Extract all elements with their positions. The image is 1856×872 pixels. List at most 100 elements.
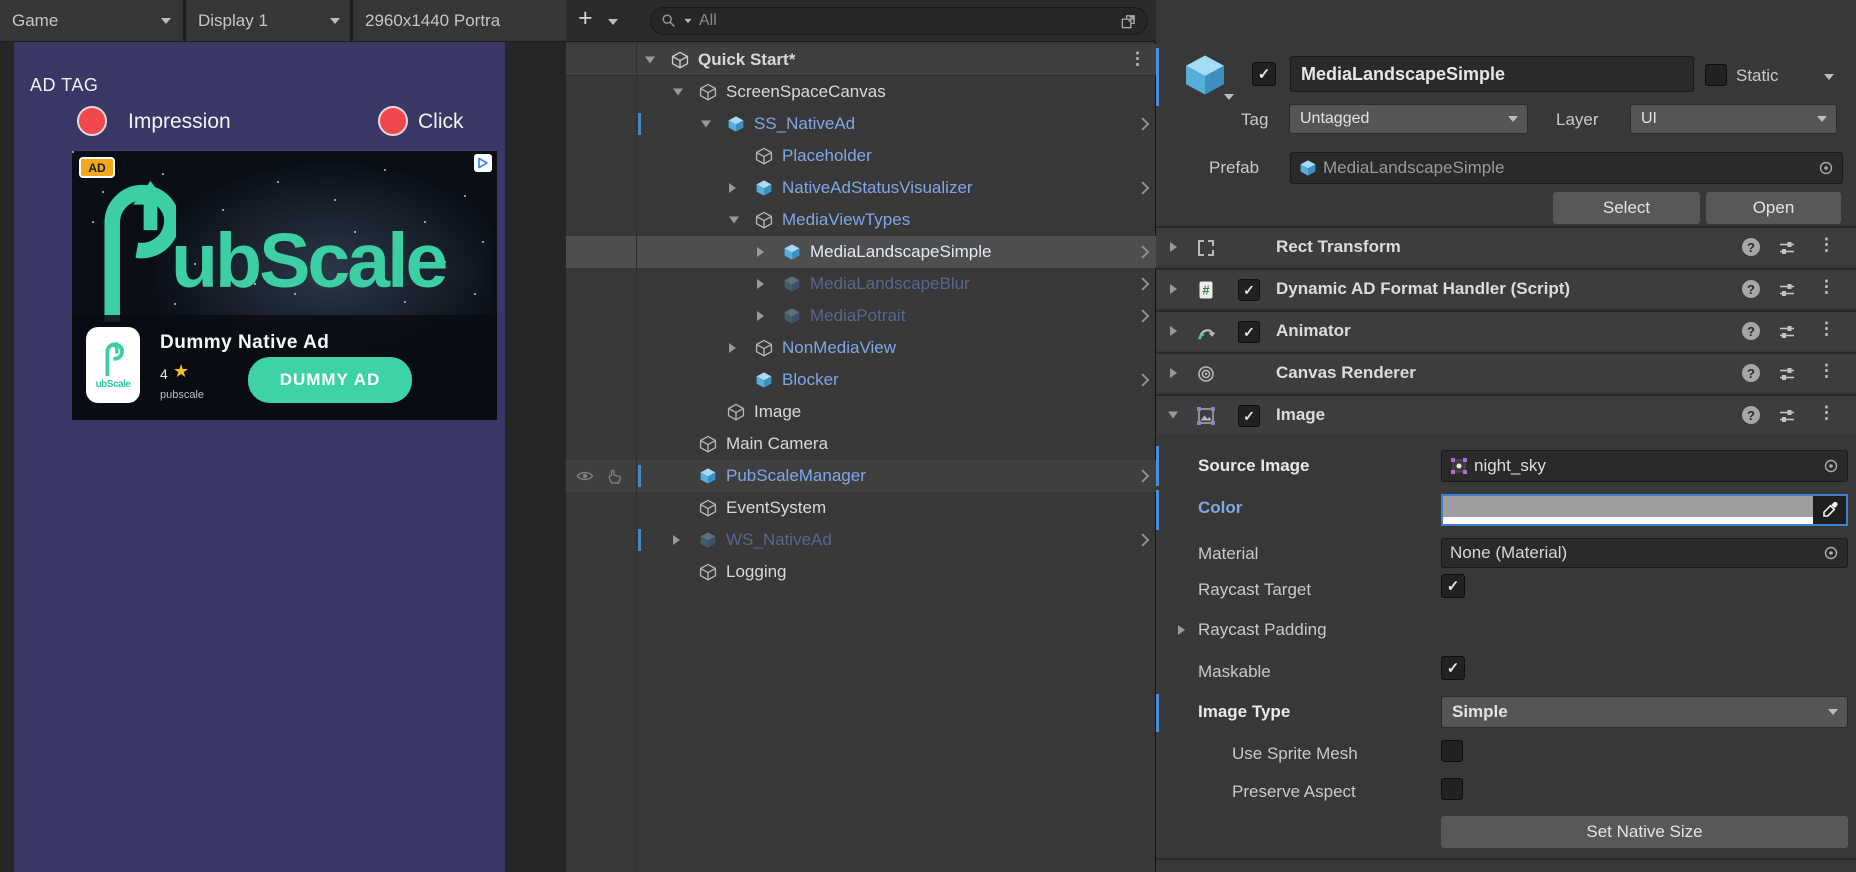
presets-icon[interactable] (1778, 407, 1796, 425)
presets-icon[interactable] (1778, 281, 1796, 299)
expander-closed[interactable] (1178, 625, 1185, 635)
component-header-rect-transform[interactable]: Rect Transform ? ⋮ (1156, 226, 1856, 266)
open-prefab-chevron[interactable] (1140, 308, 1150, 324)
help-icon[interactable]: ? (1742, 364, 1760, 382)
hierarchy-row[interactable]: SS_NativeAd (566, 108, 1156, 140)
component-header-image[interactable]: ✓ Image ? ⋮ (1156, 394, 1856, 434)
expander-closed[interactable] (1170, 284, 1177, 294)
component-header-dynamic-ad-format-handler[interactable]: ✓ Dynamic AD Format Handler (Script) ? ⋮ (1156, 268, 1856, 308)
display-dropdown[interactable]: Display 1 (186, 0, 350, 41)
active-checkbox[interactable]: ✓ (1252, 62, 1276, 86)
expander-closed[interactable] (1170, 326, 1177, 336)
hierarchy-row[interactable]: WS_NativeAd (566, 524, 1156, 556)
component-menu-icon[interactable]: ⋮ (1818, 403, 1835, 423)
image-type-dropdown[interactable]: Simple (1441, 696, 1848, 728)
hierarchy-row-hovered[interactable]: PubScaleManager (566, 460, 1156, 492)
open-prefab-chevron[interactable] (1140, 372, 1150, 388)
component-menu-icon[interactable]: ⋮ (1818, 235, 1835, 255)
static-checkbox[interactable] (1705, 64, 1727, 86)
hierarchy-row[interactable]: EventSystem (566, 492, 1156, 524)
open-prefab-chevron[interactable] (1140, 116, 1150, 132)
open-prefab-chevron[interactable] (1140, 532, 1150, 548)
layer-dropdown[interactable]: UI (1630, 104, 1837, 134)
help-icon[interactable]: ? (1742, 322, 1760, 340)
hierarchy-row[interactable]: MediaLandscapeBlur (566, 268, 1156, 300)
expander-open[interactable] (729, 217, 739, 224)
prefab-object-field[interactable]: MediaLandscapeSimple (1290, 152, 1843, 184)
object-picker-icon[interactable] (1823, 545, 1839, 561)
visibility-eye-icon[interactable] (576, 467, 594, 485)
adchoices-icon[interactable] (474, 154, 492, 172)
hierarchy-row[interactable]: Blocker (566, 364, 1156, 396)
expander-open[interactable] (673, 89, 683, 96)
tab-game[interactable]: Game (0, 0, 183, 41)
color-swatch[interactable] (1443, 496, 1813, 524)
component-menu-icon[interactable]: ⋮ (1818, 319, 1835, 339)
component-header-animator[interactable]: ✓ Animator ? ⋮ (1156, 310, 1856, 350)
component-enabled-checkbox[interactable]: ✓ (1238, 321, 1260, 343)
scene-menu-icon[interactable]: ⋮ (1129, 49, 1146, 69)
expander-closed[interactable] (729, 343, 736, 353)
material-field[interactable]: None (Material) (1441, 538, 1848, 568)
hierarchy-row[interactable]: Main Camera (566, 428, 1156, 460)
resolution-dropdown[interactable]: 2960x1440 Portra (353, 0, 566, 41)
use-sprite-mesh-checkbox[interactable] (1441, 740, 1463, 762)
gameobject-name-field[interactable]: MediaLandscapeSimple (1290, 56, 1694, 92)
help-icon[interactable]: ? (1742, 280, 1760, 298)
static-dropdown-caret[interactable] (1824, 74, 1834, 80)
presets-icon[interactable] (1778, 239, 1796, 257)
expander-open[interactable] (701, 121, 711, 128)
open-search-window-icon[interactable] (1120, 13, 1137, 30)
help-icon[interactable]: ? (1742, 406, 1760, 424)
expander-closed[interactable] (673, 535, 680, 545)
open-prefab-chevron[interactable] (1140, 244, 1150, 260)
hierarchy-row[interactable]: Image (566, 396, 1156, 428)
hierarchy-row[interactable]: MediaPotrait (566, 300, 1156, 332)
expander-closed[interactable] (1170, 242, 1177, 252)
color-field[interactable] (1441, 494, 1848, 526)
object-picker-icon[interactable] (1823, 458, 1839, 474)
expander-open[interactable] (645, 56, 655, 63)
hierarchy-row[interactable]: Logging (566, 556, 1156, 588)
expander-closed[interactable] (729, 183, 736, 193)
icon-dropdown-caret[interactable] (1224, 94, 1234, 100)
help-icon[interactable]: ? (1742, 238, 1760, 256)
expander-closed[interactable] (757, 311, 764, 321)
add-gameobject-button[interactable]: + (578, 4, 593, 33)
object-picker-icon[interactable] (1818, 160, 1834, 176)
hierarchy-row[interactable]: ScreenSpaceCanvas (566, 76, 1156, 108)
hierarchy-row-scene[interactable]: Quick Start* ⋮ (566, 44, 1156, 76)
presets-icon[interactable] (1778, 365, 1796, 383)
prefab-select-button[interactable]: Select (1553, 192, 1700, 224)
expander-open[interactable] (1168, 412, 1178, 419)
tag-dropdown[interactable]: Untagged (1289, 104, 1528, 134)
component-enabled-checkbox[interactable]: ✓ (1238, 405, 1260, 427)
raycast-target-checkbox[interactable]: ✓ (1441, 574, 1465, 598)
hierarchy-row[interactable]: Placeholder (566, 140, 1156, 172)
open-prefab-chevron[interactable] (1140, 180, 1150, 196)
prefab-open-button[interactable]: Open (1706, 192, 1841, 224)
dummy-ad-button[interactable]: DUMMY AD (248, 357, 412, 403)
pickability-hand-icon[interactable] (606, 467, 624, 485)
presets-icon[interactable] (1778, 323, 1796, 341)
expander-closed[interactable] (757, 279, 764, 289)
open-prefab-chevron[interactable] (1140, 276, 1150, 292)
source-image-field[interactable]: night_sky (1441, 450, 1848, 482)
hierarchy-search-input[interactable]: All (650, 7, 1148, 35)
maskable-checkbox[interactable]: ✓ (1441, 656, 1465, 680)
search-filter-caret[interactable] (685, 19, 692, 23)
component-header-canvas-renderer[interactable]: Canvas Renderer ? ⋮ (1156, 352, 1856, 392)
hierarchy-row-selected[interactable]: MediaLandscapeSimple (566, 236, 1156, 268)
component-enabled-checkbox[interactable]: ✓ (1238, 279, 1260, 301)
hierarchy-row[interactable]: NonMediaView (566, 332, 1156, 364)
expander-closed[interactable] (1170, 368, 1177, 378)
preserve-aspect-checkbox[interactable] (1441, 778, 1463, 800)
hierarchy-row[interactable]: MediaViewTypes (566, 204, 1156, 236)
add-dropdown-caret[interactable] (608, 19, 618, 25)
eyedropper-button[interactable] (1813, 496, 1846, 524)
component-menu-icon[interactable]: ⋮ (1818, 277, 1835, 297)
expander-closed[interactable] (757, 247, 764, 257)
component-menu-icon[interactable]: ⋮ (1818, 361, 1835, 381)
hierarchy-row[interactable]: NativeAdStatusVisualizer (566, 172, 1156, 204)
open-prefab-chevron[interactable] (1140, 468, 1150, 484)
